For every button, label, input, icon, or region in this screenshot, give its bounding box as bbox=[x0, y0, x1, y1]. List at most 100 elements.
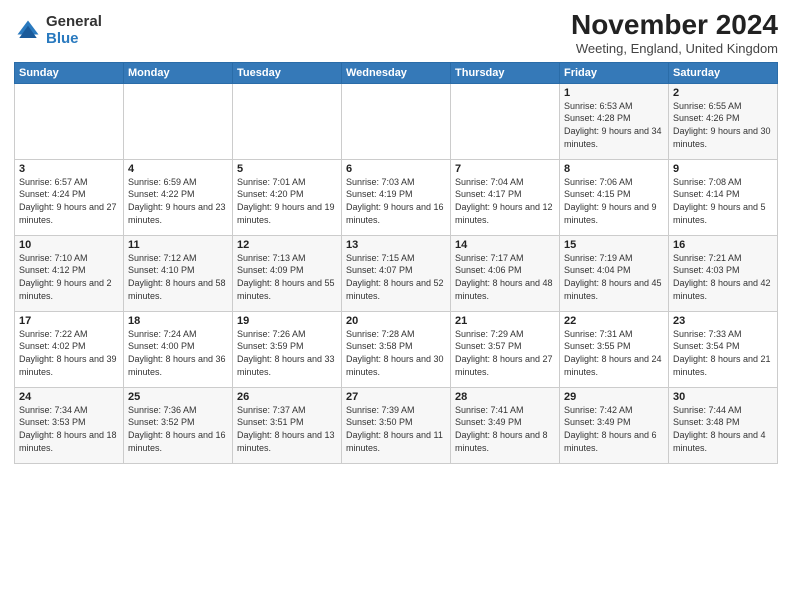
day-info: Sunrise: 6:55 AMSunset: 4:26 PMDaylight:… bbox=[673, 100, 773, 150]
calendar-cell: 12Sunrise: 7:13 AMSunset: 4:09 PMDayligh… bbox=[233, 235, 342, 311]
day-info: Sunrise: 7:01 AMSunset: 4:20 PMDaylight:… bbox=[237, 176, 337, 226]
day-info: Sunrise: 7:12 AMSunset: 4:10 PMDaylight:… bbox=[128, 252, 228, 302]
day-number: 9 bbox=[673, 163, 773, 175]
day-info: Sunrise: 7:44 AMSunset: 3:48 PMDaylight:… bbox=[673, 404, 773, 454]
calendar-cell: 20Sunrise: 7:28 AMSunset: 3:58 PMDayligh… bbox=[342, 311, 451, 387]
day-info: Sunrise: 7:22 AMSunset: 4:02 PMDaylight:… bbox=[19, 328, 119, 378]
day-number: 1 bbox=[564, 87, 664, 99]
day-number: 27 bbox=[346, 391, 446, 403]
logo: General Blue bbox=[14, 14, 102, 47]
day-number: 19 bbox=[237, 315, 337, 327]
day-info: Sunrise: 7:13 AMSunset: 4:09 PMDaylight:… bbox=[237, 252, 337, 302]
day-info: Sunrise: 7:04 AMSunset: 4:17 PMDaylight:… bbox=[455, 176, 555, 226]
day-info: Sunrise: 6:53 AMSunset: 4:28 PMDaylight:… bbox=[564, 100, 664, 150]
calendar-cell: 2Sunrise: 6:55 AMSunset: 4:26 PMDaylight… bbox=[669, 83, 778, 159]
day-number: 26 bbox=[237, 391, 337, 403]
calendar-cell: 9Sunrise: 7:08 AMSunset: 4:14 PMDaylight… bbox=[669, 159, 778, 235]
day-info: Sunrise: 7:33 AMSunset: 3:54 PMDaylight:… bbox=[673, 328, 773, 378]
calendar-week-row-4: 17Sunrise: 7:22 AMSunset: 4:02 PMDayligh… bbox=[15, 311, 778, 387]
calendar-cell: 10Sunrise: 7:10 AMSunset: 4:12 PMDayligh… bbox=[15, 235, 124, 311]
day-number: 23 bbox=[673, 315, 773, 327]
calendar-cell: 22Sunrise: 7:31 AMSunset: 3:55 PMDayligh… bbox=[560, 311, 669, 387]
day-info: Sunrise: 7:39 AMSunset: 3:50 PMDaylight:… bbox=[346, 404, 446, 454]
calendar-cell: 14Sunrise: 7:17 AMSunset: 4:06 PMDayligh… bbox=[451, 235, 560, 311]
logo-icon bbox=[14, 17, 42, 45]
day-info: Sunrise: 7:31 AMSunset: 3:55 PMDaylight:… bbox=[564, 328, 664, 378]
day-number: 5 bbox=[237, 163, 337, 175]
day-number: 14 bbox=[455, 239, 555, 251]
day-info: Sunrise: 7:24 AMSunset: 4:00 PMDaylight:… bbox=[128, 328, 228, 378]
calendar-cell: 28Sunrise: 7:41 AMSunset: 3:49 PMDayligh… bbox=[451, 387, 560, 463]
day-info: Sunrise: 7:06 AMSunset: 4:15 PMDaylight:… bbox=[564, 176, 664, 226]
day-info: Sunrise: 7:37 AMSunset: 3:51 PMDaylight:… bbox=[237, 404, 337, 454]
day-number: 28 bbox=[455, 391, 555, 403]
header-monday: Monday bbox=[124, 62, 233, 83]
month-title: November 2024 bbox=[571, 10, 778, 41]
day-info: Sunrise: 6:57 AMSunset: 4:24 PMDaylight:… bbox=[19, 176, 119, 226]
calendar-cell bbox=[342, 83, 451, 159]
calendar-cell: 23Sunrise: 7:33 AMSunset: 3:54 PMDayligh… bbox=[669, 311, 778, 387]
calendar-week-row-5: 24Sunrise: 7:34 AMSunset: 3:53 PMDayligh… bbox=[15, 387, 778, 463]
calendar-cell: 3Sunrise: 6:57 AMSunset: 4:24 PMDaylight… bbox=[15, 159, 124, 235]
calendar-cell: 4Sunrise: 6:59 AMSunset: 4:22 PMDaylight… bbox=[124, 159, 233, 235]
day-info: Sunrise: 7:03 AMSunset: 4:19 PMDaylight:… bbox=[346, 176, 446, 226]
calendar-cell: 8Sunrise: 7:06 AMSunset: 4:15 PMDaylight… bbox=[560, 159, 669, 235]
logo-general-text: General bbox=[46, 14, 102, 31]
day-number: 16 bbox=[673, 239, 773, 251]
calendar-cell: 24Sunrise: 7:34 AMSunset: 3:53 PMDayligh… bbox=[15, 387, 124, 463]
header-wednesday: Wednesday bbox=[342, 62, 451, 83]
calendar-cell: 21Sunrise: 7:29 AMSunset: 3:57 PMDayligh… bbox=[451, 311, 560, 387]
day-number: 12 bbox=[237, 239, 337, 251]
title-block: November 2024 Weeting, England, United K… bbox=[571, 10, 778, 56]
header-friday: Friday bbox=[560, 62, 669, 83]
calendar-week-row-2: 3Sunrise: 6:57 AMSunset: 4:24 PMDaylight… bbox=[15, 159, 778, 235]
day-info: Sunrise: 7:08 AMSunset: 4:14 PMDaylight:… bbox=[673, 176, 773, 226]
calendar-cell: 18Sunrise: 7:24 AMSunset: 4:00 PMDayligh… bbox=[124, 311, 233, 387]
calendar-cell: 25Sunrise: 7:36 AMSunset: 3:52 PMDayligh… bbox=[124, 387, 233, 463]
day-info: Sunrise: 7:34 AMSunset: 3:53 PMDaylight:… bbox=[19, 404, 119, 454]
day-info: Sunrise: 7:41 AMSunset: 3:49 PMDaylight:… bbox=[455, 404, 555, 454]
day-info: Sunrise: 7:21 AMSunset: 4:03 PMDaylight:… bbox=[673, 252, 773, 302]
day-number: 22 bbox=[564, 315, 664, 327]
day-number: 25 bbox=[128, 391, 228, 403]
calendar-cell: 5Sunrise: 7:01 AMSunset: 4:20 PMDaylight… bbox=[233, 159, 342, 235]
calendar-table: Sunday Monday Tuesday Wednesday Thursday… bbox=[14, 62, 778, 464]
day-number: 11 bbox=[128, 239, 228, 251]
calendar-cell: 26Sunrise: 7:37 AMSunset: 3:51 PMDayligh… bbox=[233, 387, 342, 463]
day-info: Sunrise: 7:26 AMSunset: 3:59 PMDaylight:… bbox=[237, 328, 337, 378]
calendar-cell bbox=[233, 83, 342, 159]
day-number: 10 bbox=[19, 239, 119, 251]
day-number: 3 bbox=[19, 163, 119, 175]
header-saturday: Saturday bbox=[669, 62, 778, 83]
day-number: 6 bbox=[346, 163, 446, 175]
calendar-cell: 30Sunrise: 7:44 AMSunset: 3:48 PMDayligh… bbox=[669, 387, 778, 463]
day-info: Sunrise: 7:29 AMSunset: 3:57 PMDaylight:… bbox=[455, 328, 555, 378]
calendar-cell: 13Sunrise: 7:15 AMSunset: 4:07 PMDayligh… bbox=[342, 235, 451, 311]
day-number: 13 bbox=[346, 239, 446, 251]
calendar-header-row: Sunday Monday Tuesday Wednesday Thursday… bbox=[15, 62, 778, 83]
calendar-cell bbox=[124, 83, 233, 159]
calendar-cell: 27Sunrise: 7:39 AMSunset: 3:50 PMDayligh… bbox=[342, 387, 451, 463]
day-number: 7 bbox=[455, 163, 555, 175]
logo-blue-text: Blue bbox=[46, 31, 102, 48]
day-number: 29 bbox=[564, 391, 664, 403]
day-info: Sunrise: 6:59 AMSunset: 4:22 PMDaylight:… bbox=[128, 176, 228, 226]
calendar-cell bbox=[451, 83, 560, 159]
page-header: General Blue November 2024 Weeting, Engl… bbox=[14, 10, 778, 56]
header-sunday: Sunday bbox=[15, 62, 124, 83]
calendar-cell: 1Sunrise: 6:53 AMSunset: 4:28 PMDaylight… bbox=[560, 83, 669, 159]
location: Weeting, England, United Kingdom bbox=[571, 41, 778, 56]
calendar-cell: 7Sunrise: 7:04 AMSunset: 4:17 PMDaylight… bbox=[451, 159, 560, 235]
day-info: Sunrise: 7:36 AMSunset: 3:52 PMDaylight:… bbox=[128, 404, 228, 454]
day-number: 8 bbox=[564, 163, 664, 175]
day-number: 18 bbox=[128, 315, 228, 327]
calendar-week-row-1: 1Sunrise: 6:53 AMSunset: 4:28 PMDaylight… bbox=[15, 83, 778, 159]
day-info: Sunrise: 7:17 AMSunset: 4:06 PMDaylight:… bbox=[455, 252, 555, 302]
calendar-cell: 6Sunrise: 7:03 AMSunset: 4:19 PMDaylight… bbox=[342, 159, 451, 235]
calendar-cell: 11Sunrise: 7:12 AMSunset: 4:10 PMDayligh… bbox=[124, 235, 233, 311]
header-tuesday: Tuesday bbox=[233, 62, 342, 83]
calendar-cell: 16Sunrise: 7:21 AMSunset: 4:03 PMDayligh… bbox=[669, 235, 778, 311]
day-info: Sunrise: 7:28 AMSunset: 3:58 PMDaylight:… bbox=[346, 328, 446, 378]
calendar-week-row-3: 10Sunrise: 7:10 AMSunset: 4:12 PMDayligh… bbox=[15, 235, 778, 311]
calendar-cell: 19Sunrise: 7:26 AMSunset: 3:59 PMDayligh… bbox=[233, 311, 342, 387]
